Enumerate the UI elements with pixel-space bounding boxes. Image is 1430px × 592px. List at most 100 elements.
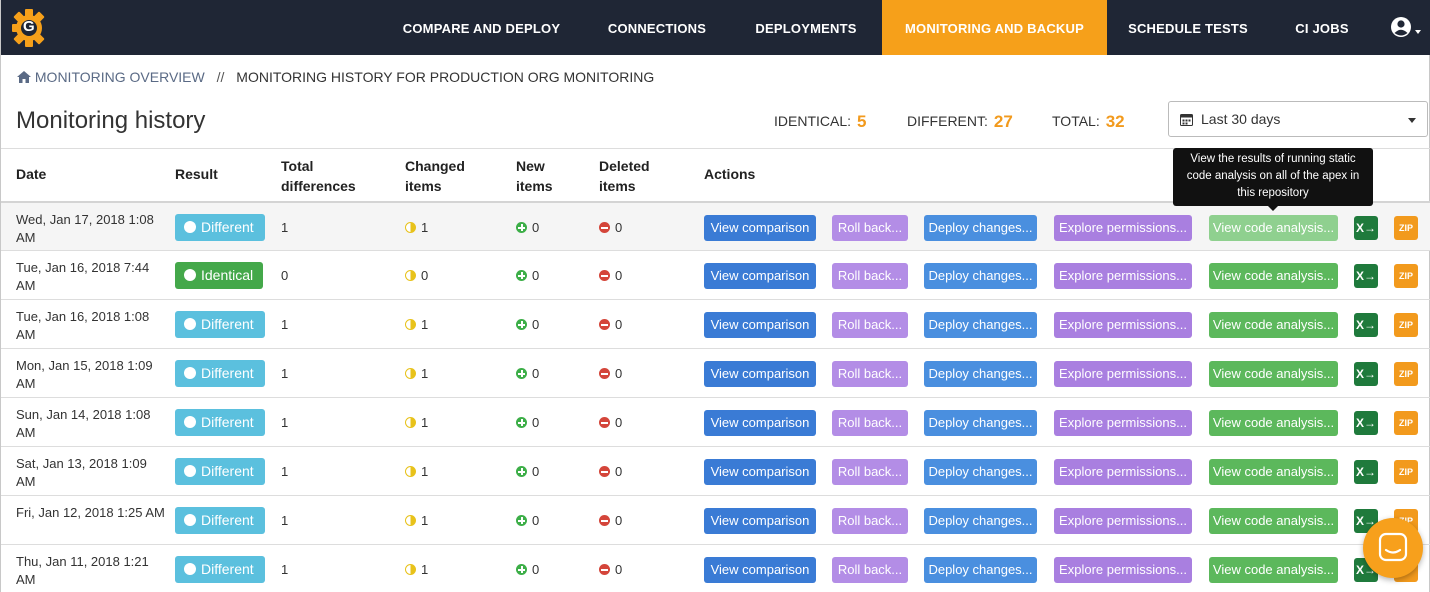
user-circle-icon <box>1391 17 1421 37</box>
row-date: Fri, Jan 12, 2018 1:25 AM <box>16 505 165 520</box>
stat-different: DIFFERENT: 27 <box>907 111 1013 131</box>
zip-download-icon[interactable]: ZIP <box>1394 264 1418 288</box>
stat-identical: IDENTICAL: 5 <box>774 111 866 131</box>
explore-permissions-button[interactable]: Explore permissions... <box>1054 361 1192 387</box>
view-code-analysis-button[interactable]: View code analysis... <box>1209 361 1338 387</box>
roll-back-button[interactable]: Roll back... <box>832 361 908 387</box>
result-label: Different <box>201 365 254 381</box>
nav-compare-and-deploy[interactable]: COMPARE AND DEPLOY <box>396 0 567 55</box>
view-comparison-button[interactable]: View comparison <box>704 312 816 338</box>
zip-download-icon[interactable]: ZIP <box>1394 362 1418 386</box>
nav-deployments[interactable]: DEPLOYMENTS <box>746 0 866 55</box>
excel-export-icon[interactable]: X→ <box>1354 411 1378 435</box>
nav-ci-jobs[interactable]: CI JOBS <box>1284 0 1360 55</box>
view-comparison-button[interactable]: View comparison <box>704 263 816 289</box>
result-badge[interactable]: Different <box>175 360 265 387</box>
new-count: 0 <box>532 268 540 283</box>
excel-export-icon[interactable]: X→ <box>1354 460 1378 484</box>
deploy-changes-button[interactable]: Deploy changes... <box>924 215 1037 241</box>
result-badge[interactable]: Different <box>175 214 265 241</box>
explore-permissions-button[interactable]: Explore permissions... <box>1054 508 1192 534</box>
view-comparison-button[interactable]: View comparison <box>704 459 816 485</box>
logo-letter: G <box>23 18 35 35</box>
header-deleted-line1: Deleted <box>599 158 650 174</box>
view-comparison-button[interactable]: View comparison <box>704 508 816 534</box>
view-comparison-button[interactable]: View comparison <box>704 410 816 436</box>
deleted-items: 0 <box>599 562 622 577</box>
roll-back-button[interactable]: Roll back... <box>832 557 908 583</box>
row-date: Mon, Jan 15, 2018 1:09 AM <box>16 358 153 391</box>
changed-count: 1 <box>421 513 429 528</box>
nav-monitoring-and-backup[interactable]: MONITORING AND BACKUP <box>882 0 1107 55</box>
minus-circle-icon <box>599 368 610 379</box>
zip-download-icon[interactable]: ZIP <box>1394 313 1418 337</box>
changed-half-circle-icon <box>405 417 416 428</box>
roll-back-button[interactable]: Roll back... <box>832 459 908 485</box>
explore-permissions-button[interactable]: Explore permissions... <box>1054 459 1192 485</box>
explore-permissions-button[interactable]: Explore permissions... <box>1054 263 1192 289</box>
view-code-analysis-button[interactable]: View code analysis... <box>1209 508 1338 534</box>
deploy-changes-button[interactable]: Deploy changes... <box>924 508 1037 534</box>
roll-back-button[interactable]: Roll back... <box>832 263 908 289</box>
deleted-items: 0 <box>599 268 622 283</box>
deploy-changes-button[interactable]: Deploy changes... <box>924 312 1037 338</box>
zip-download-icon[interactable]: ZIP <box>1394 216 1418 240</box>
view-code-analysis-button[interactable]: View code analysis... <box>1209 215 1338 241</box>
view-code-analysis-button[interactable]: View code analysis... <box>1209 459 1338 485</box>
stat-different-value: 27 <box>993 112 1013 131</box>
roll-back-button[interactable]: Roll back... <box>832 215 908 241</box>
zip-download-icon[interactable]: ZIP <box>1394 411 1418 435</box>
result-badge[interactable]: Different <box>175 458 265 485</box>
view-comparison-button[interactable]: View comparison <box>704 361 816 387</box>
new-count: 0 <box>532 513 540 528</box>
view-code-analysis-button[interactable]: View code analysis... <box>1209 410 1338 436</box>
date-range-select[interactable]: Last 30 days <box>1168 101 1428 137</box>
explore-permissions-button[interactable]: Explore permissions... <box>1054 215 1192 241</box>
minus-circle-icon <box>599 466 610 477</box>
table-row: Sun, Jan 14, 2018 1:08 AM Different 1 1 0 0 Vi… <box>1 397 1430 446</box>
view-code-analysis-button[interactable]: View code analysis... <box>1209 557 1338 583</box>
excel-export-icon[interactable]: X→ <box>1354 313 1378 337</box>
excel-export-icon[interactable]: X→ <box>1354 216 1378 240</box>
changed-items: 1 <box>405 415 428 430</box>
explore-permissions-button[interactable]: Explore permissions... <box>1054 312 1192 338</box>
roll-back-button[interactable]: Roll back... <box>832 410 908 436</box>
view-comparison-button[interactable]: View comparison <box>704 557 816 583</box>
roll-back-button[interactable]: Roll back... <box>832 508 908 534</box>
excel-export-icon[interactable]: X→ <box>1354 362 1378 386</box>
deploy-changes-button[interactable]: Deploy changes... <box>924 410 1037 436</box>
result-badge[interactable]: Different <box>175 409 265 436</box>
deploy-changes-button[interactable]: Deploy changes... <box>924 459 1037 485</box>
total-differences: 0 <box>281 268 289 283</box>
result-badge[interactable]: Different <box>175 311 265 338</box>
changed-items: 1 <box>405 317 428 332</box>
excel-export-icon[interactable]: X→ <box>1354 264 1378 288</box>
home-icon[interactable] <box>17 70 31 86</box>
page-title: Monitoring history <box>16 107 206 134</box>
explore-permissions-button[interactable]: Explore permissions... <box>1054 410 1192 436</box>
chat-widget-button[interactable] <box>1363 518 1423 578</box>
deploy-changes-button[interactable]: Deploy changes... <box>924 263 1037 289</box>
roll-back-button[interactable]: Roll back... <box>832 312 908 338</box>
top-navigation-bar: G COMPARE AND DEPLOY CONNECTIONS DEPLOYM… <box>1 0 1430 55</box>
nav-schedule-tests[interactable]: SCHEDULE TESTS <box>1121 0 1255 55</box>
deploy-changes-button[interactable]: Deploy changes... <box>924 557 1037 583</box>
view-comparison-button[interactable]: View comparison <box>704 215 816 241</box>
deleted-count: 0 <box>615 513 623 528</box>
view-code-analysis-button[interactable]: View code analysis... <box>1209 312 1338 338</box>
view-code-analysis-button[interactable]: View code analysis... <box>1209 263 1338 289</box>
result-badge[interactable]: Different <box>175 507 265 534</box>
result-label: Different <box>201 414 254 430</box>
calendar-icon <box>1180 113 1193 129</box>
gearset-logo-icon[interactable]: G <box>11 8 47 48</box>
header-result: Result <box>175 166 218 182</box>
zip-download-icon[interactable]: ZIP <box>1394 460 1418 484</box>
result-badge[interactable]: Identical <box>175 262 263 289</box>
total-differences: 1 <box>281 317 289 332</box>
nav-connections[interactable]: CONNECTIONS <box>597 0 717 55</box>
deploy-changes-button[interactable]: Deploy changes... <box>924 361 1037 387</box>
result-badge[interactable]: Different <box>175 556 265 583</box>
breadcrumb-monitoring-overview[interactable]: MONITORING OVERVIEW <box>35 69 205 85</box>
user-menu[interactable] <box>1389 15 1425 41</box>
explore-permissions-button[interactable]: Explore permissions... <box>1054 557 1192 583</box>
